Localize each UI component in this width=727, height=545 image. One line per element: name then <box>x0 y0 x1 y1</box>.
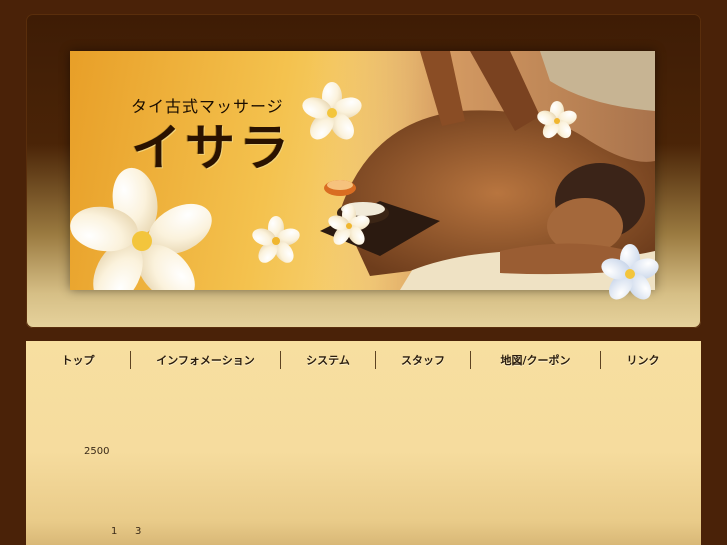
nav-item-top[interactable]: トップ <box>26 352 130 368</box>
nav-item-staff[interactable]: スタッフ <box>376 352 470 368</box>
nav-item-system[interactable]: システム <box>281 352 375 368</box>
price-text: 2500 <box>84 446 110 457</box>
main-nav: トップ インフォメーション システム スタッフ 地図/クーポン リンク <box>26 349 701 371</box>
content-area: トップ インフォメーション システム スタッフ 地図/クーポン リンク 2500… <box>26 341 701 545</box>
plumeria-flower-icon <box>252 216 300 263</box>
nav-item-links[interactable]: リンク <box>601 352 685 368</box>
nav-item-map-coupon[interactable]: 地図/クーポン <box>471 352 600 368</box>
number-text: 3 <box>135 526 142 537</box>
plumeria-flower-icon <box>70 167 212 290</box>
number-text: 1 <box>111 526 118 537</box>
logo-title[interactable]: イサラ <box>131 108 301 180</box>
nav-item-information[interactable]: インフォメーション <box>131 352 280 368</box>
plumeria-flower-icon <box>601 244 659 300</box>
